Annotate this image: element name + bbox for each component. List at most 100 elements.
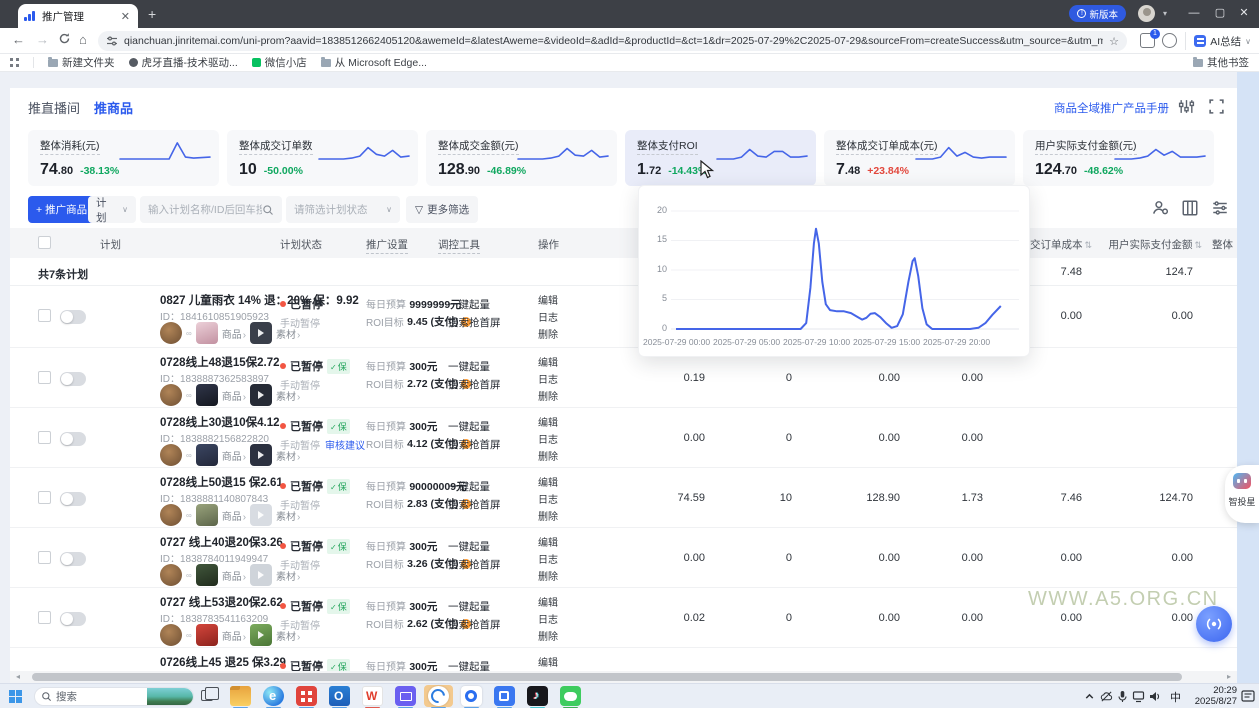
taskbar-app[interactable] bbox=[422, 684, 455, 708]
search-icon[interactable] bbox=[262, 204, 274, 216]
tab-live-room[interactable]: 推直播间 bbox=[28, 98, 80, 117]
delete-link[interactable]: 删除 bbox=[538, 628, 558, 643]
taskbar-app[interactable] bbox=[455, 684, 488, 708]
product-link[interactable]: 商品 bbox=[222, 448, 246, 463]
column-settings-icon[interactable] bbox=[1181, 199, 1199, 217]
header-tools[interactable]: 调控工具 bbox=[438, 237, 480, 254]
refresh-icon[interactable] bbox=[58, 32, 71, 48]
edit-link[interactable]: 编辑 bbox=[538, 414, 558, 429]
taskbar-app[interactable] bbox=[257, 684, 290, 708]
taskbar-app[interactable] bbox=[290, 684, 323, 708]
bookmark-item[interactable]: 从 Microsoft Edge... bbox=[320, 55, 427, 70]
other-bookmarks[interactable]: 其他书签 bbox=[1193, 55, 1249, 70]
plan-toggle-switch[interactable] bbox=[60, 612, 86, 626]
row-checkbox[interactable] bbox=[38, 309, 51, 322]
row-checkbox[interactable] bbox=[38, 491, 51, 504]
material-thumbnail[interactable] bbox=[250, 384, 273, 406]
url-bar[interactable]: qianchuan.jinritemai.com/uni-prom?aavid=… bbox=[98, 31, 1127, 51]
plan-title[interactable]: 0728线上50退15 保2.61 bbox=[160, 474, 283, 490]
product-thumbnail[interactable] bbox=[195, 564, 218, 586]
taskbar-app[interactable] bbox=[521, 684, 554, 708]
profile-caret-icon[interactable]: ▾ bbox=[1163, 9, 1167, 18]
product-link[interactable]: 商品 bbox=[222, 388, 246, 403]
table-row[interactable]: 0728线上30退10保4.12 ID：1838882156822820 ∞ 商… bbox=[10, 408, 1237, 468]
taskbar-app[interactable] bbox=[224, 684, 257, 708]
taskbar-app[interactable] bbox=[554, 684, 587, 708]
apps-grid-icon[interactable] bbox=[10, 58, 19, 67]
assistant-widget[interactable]: 智投星 bbox=[1225, 465, 1259, 523]
search-top-screen-link[interactable]: 搜索抢首屏 bbox=[448, 315, 501, 330]
product-link[interactable]: 商品 bbox=[222, 568, 246, 583]
stat-card[interactable]: 整体成交金额(元) 128 .90 -46.89% bbox=[426, 130, 617, 186]
home-icon[interactable]: ⌂ bbox=[79, 32, 87, 47]
search-top-screen-link[interactable]: 搜索抢首屏 bbox=[448, 617, 501, 632]
select-all-checkbox[interactable] bbox=[38, 236, 51, 249]
tab-products[interactable]: 推商品 bbox=[94, 98, 133, 117]
plan-status-select[interactable]: 请筛选计划状态 ∨ bbox=[286, 196, 400, 223]
notification-center-icon[interactable] bbox=[1241, 690, 1255, 702]
plan-toggle-switch[interactable] bbox=[60, 372, 86, 386]
material-thumbnail[interactable] bbox=[250, 322, 273, 344]
material-thumbnail[interactable] bbox=[250, 504, 273, 526]
log-link[interactable]: 日志 bbox=[538, 491, 558, 506]
browser-profile-avatar[interactable] bbox=[1138, 5, 1155, 22]
table-row[interactable]: 0827 儿童雨衣 14% 退：20% 保：9.92 ID：1841610851… bbox=[10, 286, 1237, 348]
bookmark-item[interactable]: 新建文件夹 bbox=[48, 55, 115, 70]
one-click-boost-link[interactable]: 一键起量 bbox=[448, 539, 490, 554]
ime-indicator[interactable]: 中 bbox=[1170, 689, 1181, 705]
log-link[interactable]: 日志 bbox=[538, 371, 558, 386]
taskbar-app[interactable] bbox=[488, 684, 521, 708]
delete-link[interactable]: 删除 bbox=[538, 568, 558, 583]
product-link[interactable]: 商品 bbox=[222, 628, 246, 643]
search-highlight-image[interactable] bbox=[147, 688, 193, 705]
plan-toggle-switch[interactable] bbox=[60, 552, 86, 566]
product-thumbnail[interactable] bbox=[195, 504, 218, 526]
bookmark-item[interactable]: 虎牙直播-技术驱动... bbox=[128, 55, 238, 70]
row-checkbox[interactable] bbox=[38, 551, 51, 564]
log-link[interactable]: 日志 bbox=[538, 551, 558, 566]
scroll-right-icon[interactable]: ▸ bbox=[1227, 672, 1231, 681]
extensions-icon[interactable]: 1 bbox=[1140, 29, 1160, 48]
scroll-left-icon[interactable]: ◂ bbox=[16, 672, 20, 681]
new-version-button[interactable]: ! 新版本 bbox=[1069, 5, 1126, 22]
one-click-boost-link[interactable]: 一键起量 bbox=[448, 419, 490, 434]
audit-suggestion-link[interactable]: 审核建议 bbox=[325, 441, 365, 452]
more-filters-button[interactable]: ▽ 更多筛选 bbox=[406, 196, 479, 223]
delete-link[interactable]: 删除 bbox=[538, 448, 558, 463]
microphone-icon[interactable] bbox=[1116, 690, 1129, 703]
plan-type-select[interactable]: 计划 ∨ bbox=[88, 196, 136, 224]
delete-link[interactable]: 删除 bbox=[538, 326, 558, 341]
stat-card[interactable]: 用户实际支付金额(元) 124 .70 -48.62% bbox=[1023, 130, 1214, 186]
stat-card[interactable]: 整体消耗(元) 74 .80 -38.13% bbox=[28, 130, 219, 186]
plan-title[interactable]: 0728线上30退10保4.12 bbox=[160, 414, 280, 430]
log-link[interactable]: 日志 bbox=[538, 431, 558, 446]
header-setting[interactable]: 推广设置 bbox=[366, 237, 408, 254]
product-thumbnail[interactable] bbox=[195, 322, 218, 344]
row-checkbox[interactable] bbox=[38, 371, 51, 384]
search-top-screen-link[interactable]: 搜索抢首屏 bbox=[448, 497, 501, 512]
product-link[interactable]: 商品 bbox=[222, 508, 246, 523]
header-status[interactable]: 计划状态 bbox=[280, 237, 322, 252]
stat-card[interactable]: 整体成交订单成本(元) 7 .48 +23.84% bbox=[824, 130, 1015, 186]
header-plan[interactable]: 计划 bbox=[100, 237, 121, 252]
plan-title[interactable]: 0726线上45 退25 保3.29 bbox=[160, 654, 286, 670]
product-thumbnail[interactable] bbox=[195, 384, 218, 406]
taskbar-search-input[interactable]: 搜索 bbox=[34, 687, 194, 706]
edit-link[interactable]: 编辑 bbox=[538, 474, 558, 489]
taskbar-app[interactable] bbox=[323, 684, 356, 708]
profile-icon[interactable] bbox=[1162, 33, 1177, 48]
edit-link[interactable]: 编辑 bbox=[538, 534, 558, 549]
one-click-boost-link[interactable]: 一键起量 bbox=[448, 599, 490, 614]
tab-close-icon[interactable]: ✕ bbox=[119, 10, 132, 23]
plan-search-input[interactable]: 输入计划名称/ID后回车搜索 bbox=[140, 196, 282, 223]
row-checkbox[interactable] bbox=[38, 431, 51, 444]
fullscreen-icon[interactable] bbox=[1208, 98, 1225, 115]
product-thumbnail[interactable] bbox=[195, 624, 218, 646]
forward-icon[interactable]: → bbox=[36, 32, 49, 47]
search-top-screen-link[interactable]: 搜索抢首屏 bbox=[448, 377, 501, 392]
window-close-button[interactable]: ✕ bbox=[1231, 0, 1257, 26]
bookmark-item[interactable]: 微信小店 bbox=[251, 55, 307, 70]
log-link[interactable]: 日志 bbox=[538, 611, 558, 626]
one-click-boost-link[interactable]: 一键起量 bbox=[448, 359, 490, 374]
header-user-paid[interactable]: 用户实际支付金额 ⇅ bbox=[1062, 237, 1202, 252]
